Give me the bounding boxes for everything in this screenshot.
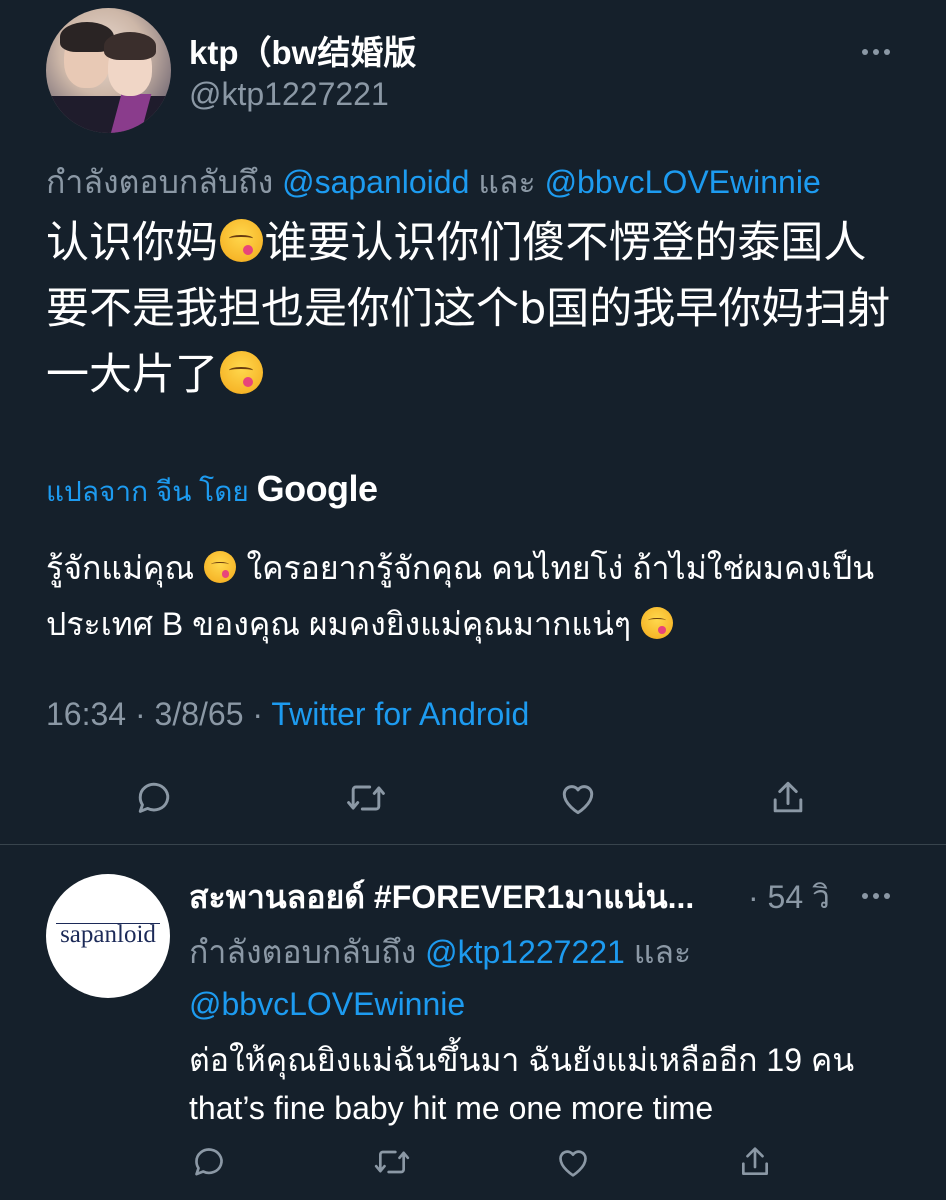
reply-replying-to: กำลังตอบกลับถึง @ktp1227221 และ @bbvcLOV… (189, 926, 889, 1030)
tweet-text-part: 认识你妈 (46, 218, 218, 268)
author-handle[interactable]: @ktp1227221 (189, 76, 389, 113)
more-options-icon[interactable] (862, 886, 896, 899)
more-options-icon[interactable] (862, 42, 896, 55)
tweet-timestamp: 16:34 · 3/8/65 · Twitter for Android (46, 696, 529, 733)
mention-link[interactable]: @ktp1227221 (425, 934, 625, 970)
reply-time[interactable]: · 54 วิ (748, 872, 830, 923)
translated-text: รู้จักแม่คุณ ใครอยากรู้จักคุณ คนไทยโง่ ถ… (46, 540, 916, 652)
avatar-photo-detail (104, 32, 156, 60)
avatar-logo-text: sapanloid (60, 921, 156, 948)
avatar-photo-detail (46, 96, 171, 133)
like-icon[interactable] (553, 1142, 593, 1182)
mention-link[interactable]: @bbvcLOVEwinnie (545, 164, 821, 200)
like-icon[interactable] (556, 776, 600, 820)
mention-link[interactable]: @sapanloidd (282, 164, 469, 200)
replying-conjunction: และ (633, 934, 692, 970)
savoring-food-emoji-icon (204, 550, 237, 583)
reply-icon[interactable] (189, 1142, 229, 1182)
source-link[interactable]: Twitter for Android (271, 696, 529, 732)
translated-from-label[interactable]: แปลจาก จีน โดย (46, 476, 249, 507)
author-avatar[interactable] (46, 8, 171, 133)
reply-author-name[interactable]: สะพานลอยด์ #FOREVER1มาแน่น... (189, 872, 694, 923)
retweet-icon[interactable] (343, 776, 389, 820)
replying-to: กำลังตอบกลับถึง @sapanloidd และ @bbvcLOV… (46, 157, 821, 208)
divider (0, 844, 946, 845)
mention-link[interactable]: @bbvcLOVEwinnie (189, 986, 465, 1022)
replying-prefix: กำลังตอบกลับถึง (189, 934, 417, 970)
retweet-icon[interactable] (371, 1142, 413, 1182)
share-icon[interactable] (766, 776, 810, 820)
share-icon[interactable] (735, 1142, 775, 1182)
replying-conjunction: และ (478, 164, 536, 200)
savoring-food-emoji-icon (219, 351, 263, 395)
translated-by[interactable]: แปลจาก จีน โดย Google (46, 468, 378, 514)
tweet-text: 认识你妈 谁要认识你们傻不愣登的泰国人 要不是我担也是你们这个b国的我早你妈扫射一… (46, 210, 916, 408)
savoring-food-emoji-icon (219, 219, 263, 263)
google-logo: Google (256, 468, 379, 509)
replying-prefix: กำลังตอบกลับถึง (46, 164, 274, 200)
savoring-food-emoji-icon (641, 606, 674, 639)
reply-text: ต่อให้คุณยิงแม่ฉันขึ้นมา ฉันยังแม่เหลืออ… (189, 1042, 855, 1126)
author-name[interactable]: ktp（bw结婚版 (189, 26, 416, 74)
reply-author-avatar[interactable]: sapanloid (46, 874, 170, 998)
reply-icon[interactable] (132, 776, 176, 820)
timestamp-text: 16:34 · 3/8/65 · (46, 696, 264, 732)
translation-part: รู้จักแม่คุณ (46, 550, 195, 586)
